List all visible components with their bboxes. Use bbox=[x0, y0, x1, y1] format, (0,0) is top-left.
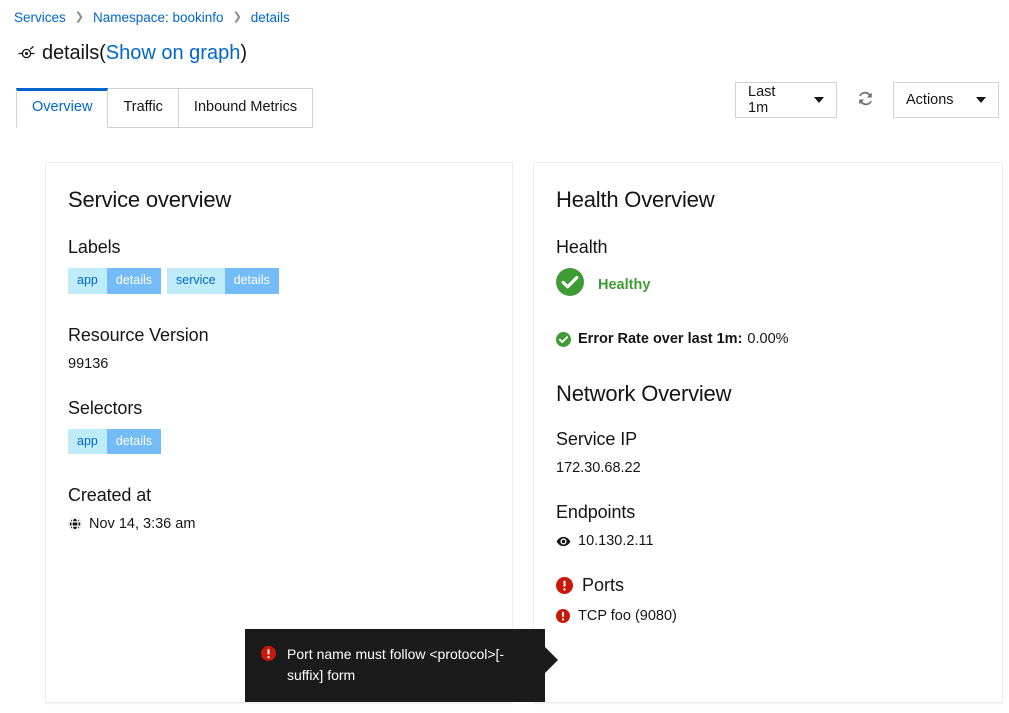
selector-badge[interactable]: app details bbox=[68, 428, 161, 454]
network-overview-title: Network Overview bbox=[556, 381, 732, 406]
toolbar-controls: Last 1m Actions bbox=[735, 82, 999, 118]
health-overview-title: Health Overview bbox=[556, 187, 715, 212]
actions-select-value: Actions bbox=[906, 92, 954, 108]
service-ip-value: 172.30.68.22 bbox=[556, 460, 641, 476]
chevron-down-icon bbox=[814, 97, 824, 103]
selector-badge-key: app bbox=[68, 428, 107, 454]
endpoints-title: Endpoints bbox=[556, 502, 636, 522]
resource-version-title: Resource Version bbox=[68, 324, 209, 345]
content-area: Service overview Labels app details serv… bbox=[0, 162, 1009, 703]
refresh-icon bbox=[856, 89, 875, 111]
created-at-title: Created at bbox=[68, 485, 152, 505]
breadcrumb-separator-icon: ❯ bbox=[232, 11, 242, 23]
health-title: Health bbox=[556, 237, 608, 257]
error-rate-value: 0.00% bbox=[747, 331, 789, 347]
service-topology-icon bbox=[18, 45, 35, 62]
port-error-tooltip: Port name must follow <protocol>[-suffix… bbox=[245, 629, 545, 702]
breadcrumb: Services ❯ Namespace: bookinfo ❯ details bbox=[0, 0, 1009, 28]
selectors-badge-list: app details bbox=[68, 428, 490, 460]
created-at-row: Nov 14, 3:36 am bbox=[68, 516, 490, 532]
tab-inbound-metrics[interactable]: Inbound Metrics bbox=[177, 88, 314, 128]
check-circle-icon bbox=[556, 268, 584, 301]
error-rate-row: Error Rate over last 1m: 0.00% bbox=[556, 331, 980, 347]
page-title-paren-open: ( bbox=[99, 41, 106, 64]
port-label: TCP foo (9080) bbox=[578, 608, 677, 624]
endpoint-row: 10.130.2.11 bbox=[556, 533, 980, 549]
service-overview-card: Service overview Labels app details serv… bbox=[45, 162, 513, 703]
label-badge-value: details bbox=[224, 268, 279, 294]
globe-icon bbox=[68, 517, 82, 531]
show-on-graph-link[interactable]: Show on graph bbox=[106, 42, 241, 65]
duration-select-value: Last 1m bbox=[748, 84, 776, 116]
health-status-text: Healthy bbox=[598, 276, 651, 293]
labels-badge-list: app details service details bbox=[68, 268, 490, 299]
refresh-button[interactable] bbox=[847, 82, 883, 118]
service-ip-title: Service IP bbox=[556, 429, 638, 449]
breadcrumb-separator-icon: ❯ bbox=[74, 11, 84, 23]
ports-title: Ports bbox=[582, 575, 625, 595]
error-circle-icon bbox=[556, 577, 573, 594]
ports-title-row: Ports bbox=[556, 575, 980, 596]
page-title-paren-close: ) bbox=[240, 41, 248, 64]
error-circle-icon bbox=[556, 609, 570, 623]
tooltip-arrow-icon bbox=[545, 647, 558, 673]
health-status-row: Healthy bbox=[556, 268, 980, 301]
error-circle-icon bbox=[261, 646, 276, 661]
selector-badge-value: details bbox=[106, 428, 161, 454]
service-overview-title: Service overview bbox=[68, 187, 232, 212]
tab-bar: Overview Traffic Inbound Metrics bbox=[16, 88, 314, 128]
duration-select[interactable]: Last 1m bbox=[735, 82, 837, 118]
actions-select[interactable]: Actions bbox=[893, 82, 999, 118]
port-item[interactable]: TCP foo (9080) bbox=[556, 608, 980, 624]
label-badge-key: service bbox=[167, 268, 225, 294]
eye-icon bbox=[556, 534, 571, 549]
breadcrumb-item-namespace[interactable]: Namespace: bookinfo bbox=[93, 10, 224, 25]
health-network-card: Health Overview Health Healthy Error Rat… bbox=[533, 162, 1003, 703]
label-badge-key: app bbox=[68, 268, 107, 294]
resource-version-value: 99136 bbox=[68, 355, 109, 372]
label-badge[interactable]: app details bbox=[68, 268, 161, 294]
label-badge-value: details bbox=[106, 268, 161, 294]
breadcrumb-item-services[interactable]: Services bbox=[14, 10, 66, 25]
toolbar: Overview Traffic Inbound Metrics Last 1m… bbox=[0, 76, 1009, 128]
tab-traffic[interactable]: Traffic bbox=[107, 88, 179, 128]
tab-overview[interactable]: Overview bbox=[16, 88, 109, 128]
breadcrumb-item-current: details bbox=[250, 10, 290, 25]
label-badge[interactable]: service details bbox=[167, 268, 279, 294]
port-error-tooltip-text: Port name must follow <protocol>[-suffix… bbox=[287, 646, 505, 683]
check-circle-icon bbox=[556, 331, 571, 347]
page-title-text: details bbox=[42, 41, 100, 64]
labels-title: Labels bbox=[68, 237, 121, 257]
error-rate-label: Error Rate over last 1m: bbox=[578, 331, 743, 347]
selectors-title: Selectors bbox=[68, 397, 143, 418]
page-title: details ( Show on graph ) bbox=[0, 28, 1009, 64]
created-at-value: Nov 14, 3:36 am bbox=[89, 516, 196, 532]
chevron-down-icon bbox=[976, 97, 986, 103]
endpoint-value: 10.130.2.11 bbox=[578, 533, 654, 549]
